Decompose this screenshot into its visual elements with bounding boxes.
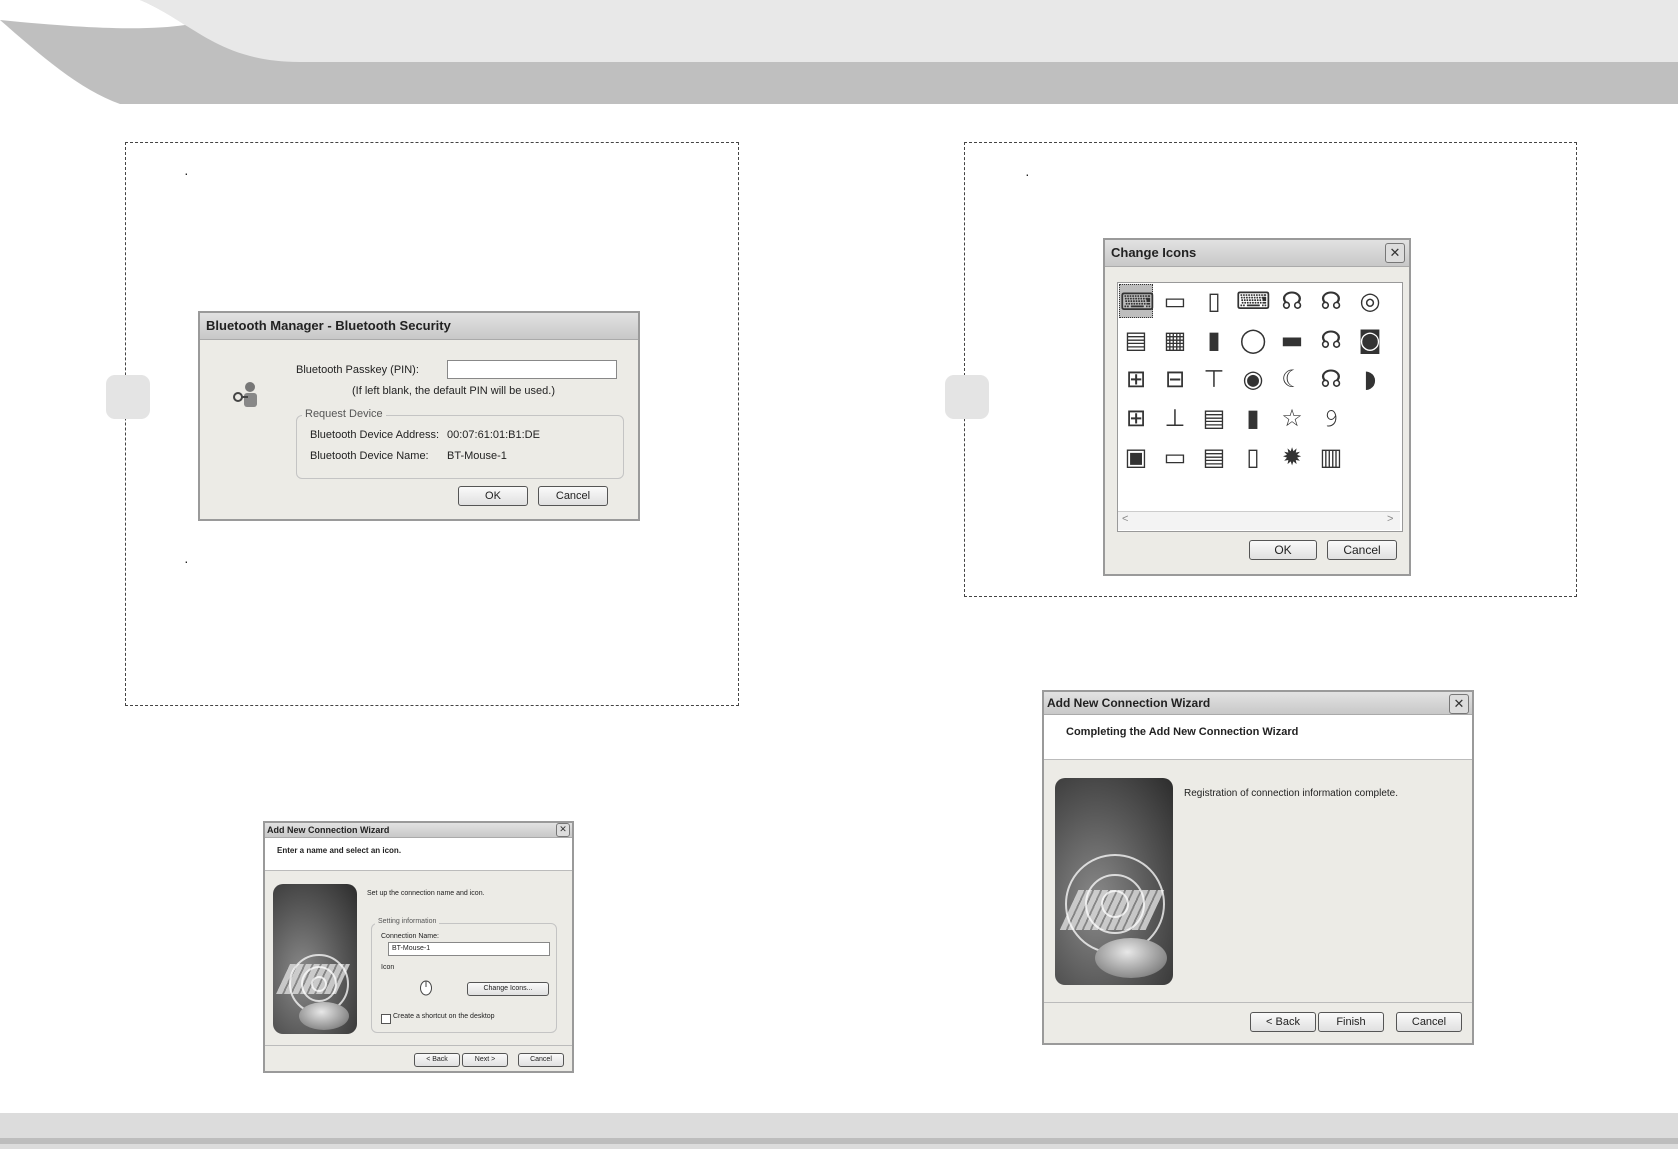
scanner-icon[interactable]: ▬	[1275, 323, 1309, 357]
speaker-icon[interactable]: ◙	[1353, 323, 1387, 357]
setting-information-legend: Setting information	[375, 918, 440, 925]
cd-stack-icon[interactable]: ◎	[1353, 284, 1387, 318]
network-computer-icon[interactable]: ▦	[1158, 323, 1192, 357]
wizard-complete-dialog: Add New Connection Wizard ✕ Completing t…	[1042, 690, 1474, 1045]
headphones-icon[interactable]: ☊	[1314, 362, 1348, 396]
network-icon[interactable]: ⊟	[1158, 362, 1192, 396]
bullet-marker: ·	[1025, 166, 1030, 182]
mouse-icon	[419, 978, 433, 996]
keyboard-mouse-icon[interactable]: ⌨	[1119, 284, 1155, 318]
connection-name-value: BT-Mouse-1	[392, 945, 431, 952]
device-name-label: Bluetooth Device Name:	[310, 450, 429, 462]
wizard-illustration	[273, 884, 357, 1034]
dialog-title: Change Icons	[1105, 240, 1409, 267]
notebook-icon[interactable]: ▭	[1158, 440, 1192, 474]
fax-icon[interactable]: ⊤	[1197, 362, 1231, 396]
mouse-icon[interactable]: ◯	[1236, 323, 1270, 357]
bullet-marker: ·	[184, 165, 189, 181]
cancel-button[interactable]: Cancel	[538, 486, 608, 506]
cancel-button[interactable]: Cancel	[518, 1053, 564, 1067]
completion-message: Registration of connection information c…	[1184, 788, 1399, 799]
icon-label: Icon	[381, 964, 395, 971]
change-icons-dialog: Change Icons ✕ ⌨ ▭ ▯ ⌨ ☊ ☊ ◎ ▤ ▦ ▮ ◯ ▬ ☊ ◙ ⊞ ⊟ ⊤ ◉ ☾ ☊ ◗ ⊞ ⊥ ▤ ▮…	[1103, 238, 1411, 576]
ear-icon[interactable]: 𝟿	[1314, 401, 1348, 435]
page-footer-line	[0, 1138, 1678, 1144]
computers-icon[interactable]: ▥	[1314, 440, 1348, 474]
device-name-value: BT-Mouse-1	[447, 450, 507, 462]
scroll-left-arrow-icon[interactable]: <	[1122, 513, 1128, 525]
bluetooth-security-dialog: Bluetooth Manager - Bluetooth Security B…	[198, 311, 640, 521]
passkey-input[interactable]	[447, 360, 617, 379]
laptop-icon[interactable]: ▤	[1119, 323, 1153, 357]
moon-icon[interactable]: ☾	[1275, 362, 1309, 396]
pipe-icon[interactable]: ⊥	[1158, 401, 1192, 435]
phone-icon[interactable]: ▮	[1236, 401, 1270, 435]
wizard-heading: Completing the Add New Connection Wizard	[1066, 726, 1299, 738]
back-button[interactable]: < Back	[1250, 1012, 1316, 1032]
network-tree-icon[interactable]: ⊞	[1119, 401, 1153, 435]
request-device-group	[296, 415, 624, 479]
sun-burst-icon[interactable]: ✹	[1275, 440, 1309, 474]
passkey-hint: (If left blank, the default PIN will be …	[352, 385, 555, 397]
shortcut-checkbox[interactable]	[381, 1014, 391, 1024]
passkey-label: Bluetooth Passkey (PIN):	[296, 364, 419, 376]
close-icon[interactable]: ✕	[556, 823, 570, 837]
toggle-icon[interactable]: ◉	[1236, 362, 1270, 396]
headset-icon[interactable]: ☊	[1275, 284, 1309, 318]
mobile-phone-icon[interactable]: ▮	[1197, 323, 1231, 357]
horizontal-scrollbar[interactable]	[1118, 511, 1400, 530]
shortcut-label: Create a shortcut on the desktop	[393, 1013, 495, 1020]
close-icon[interactable]: ✕	[1385, 243, 1405, 263]
cancel-button[interactable]: Cancel	[1327, 540, 1397, 560]
fax-machine-icon[interactable]: ▣	[1119, 440, 1153, 474]
dialog-title: Add New Connection Wizard	[1044, 692, 1472, 715]
headphones-icon[interactable]: ☊	[1314, 284, 1348, 318]
lan-icon[interactable]: ⊞	[1119, 362, 1153, 396]
connection-name-label: Connection Name:	[381, 933, 439, 940]
key-person-icon	[230, 379, 264, 413]
icon-grid: ⌨ ▭ ▯ ⌨ ☊ ☊ ◎ ▤ ▦ ▮ ◯ ▬ ☊ ◙ ⊞ ⊟ ⊤ ◉ ☾ ☊ ◗ ⊞ ⊥ ▤ ▮ ☆ 𝟿 ▣ ▭ ▤ ▯ ✹ ▥	[1119, 284, 1399, 504]
change-icons-button[interactable]: Change Icons...	[467, 982, 549, 996]
wizard-intro: Set up the connection name and icon.	[367, 890, 485, 897]
printer-icon[interactable]: ▤	[1197, 401, 1231, 435]
page-header-band	[0, 0, 1678, 104]
pda-icon[interactable]: ▯	[1197, 284, 1231, 318]
wizard-footer-divider	[1044, 1002, 1472, 1003]
connection-name-input[interactable]: BT-Mouse-1	[388, 942, 550, 956]
address-label: Bluetooth Device Address:	[310, 429, 440, 441]
handset-icon[interactable]: ▯	[1236, 440, 1270, 474]
dialog-title: Bluetooth Manager - Bluetooth Security	[200, 313, 638, 340]
address-value: 00:07:61:01:B1:DE	[447, 429, 540, 441]
printer-icon[interactable]: ▭	[1158, 284, 1192, 318]
ok-button[interactable]: OK	[1249, 540, 1317, 560]
bullet-marker: ·	[184, 553, 189, 569]
step-tab-marker	[106, 375, 150, 419]
dialog-title: Add New Connection Wizard	[265, 823, 572, 838]
finish-button[interactable]: Finish	[1318, 1012, 1384, 1032]
close-icon[interactable]: ✕	[1449, 694, 1469, 714]
headset-mic-icon[interactable]: ☊	[1314, 323, 1348, 357]
inkjet-printer-icon[interactable]: ▤	[1197, 440, 1231, 474]
ok-button[interactable]: OK	[458, 486, 528, 506]
back-button[interactable]: < Back	[414, 1053, 460, 1067]
glove-icon[interactable]: ◗	[1353, 362, 1387, 396]
request-device-legend: Request Device	[302, 408, 386, 420]
wizard-name-icon-dialog: Add New Connection Wizard ✕ Enter a name…	[263, 821, 574, 1073]
cancel-button[interactable]: Cancel	[1396, 1012, 1462, 1032]
keyboard-icon[interactable]: ⌨	[1236, 284, 1271, 318]
wizard-footer-divider	[265, 1045, 572, 1046]
star-icon[interactable]: ☆	[1275, 401, 1309, 435]
next-button[interactable]: Next >	[462, 1053, 508, 1067]
scroll-right-arrow-icon[interactable]: >	[1387, 513, 1393, 525]
wizard-illustration	[1055, 778, 1173, 985]
step-tab-marker	[945, 375, 989, 419]
wizard-heading: Enter a name and select an icon.	[277, 846, 402, 855]
